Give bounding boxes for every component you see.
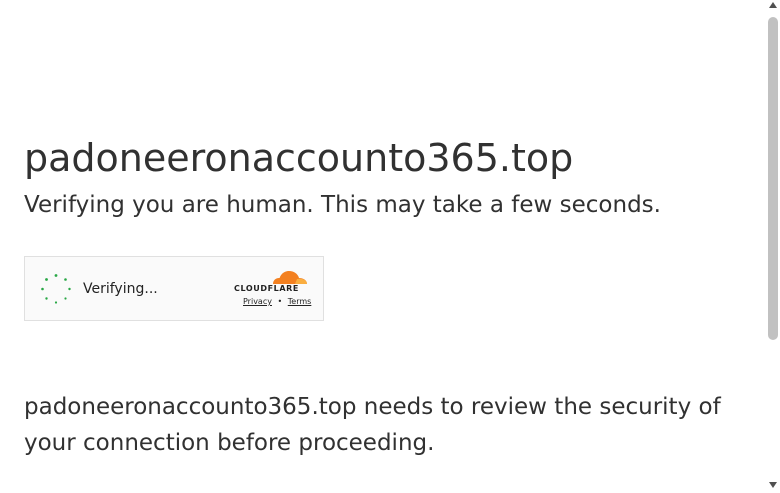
page-title: padoneeronaccounto365.top (24, 136, 574, 180)
privacy-link[interactable]: Privacy (243, 297, 272, 306)
verifying-status-text: Verifying... (83, 281, 158, 297)
scrollbar-thumb[interactable] (768, 17, 778, 340)
turnstile-widget[interactable]: Verifying... CLOUDFLARE Privacy • Terms (24, 256, 324, 321)
scroll-down-arrow-icon[interactable] (769, 482, 777, 488)
security-review-message: padoneeronaccounto365.top needs to revie… (24, 394, 721, 456)
terms-link[interactable]: Terms (288, 297, 312, 306)
page: padoneeronaccounto365.top Verifying you … (0, 0, 780, 493)
loading-spinner-icon (41, 274, 71, 304)
cloudflare-wordmark: CLOUDFLARE (234, 284, 299, 293)
widget-footer-links: Privacy • Terms (243, 297, 311, 306)
link-separator: • (277, 297, 283, 306)
scroll-up-arrow-icon[interactable] (769, 2, 777, 8)
vertical-scrollbar[interactable] (765, 0, 780, 493)
verification-subtitle: Verifying you are human. This may take a… (24, 192, 661, 218)
